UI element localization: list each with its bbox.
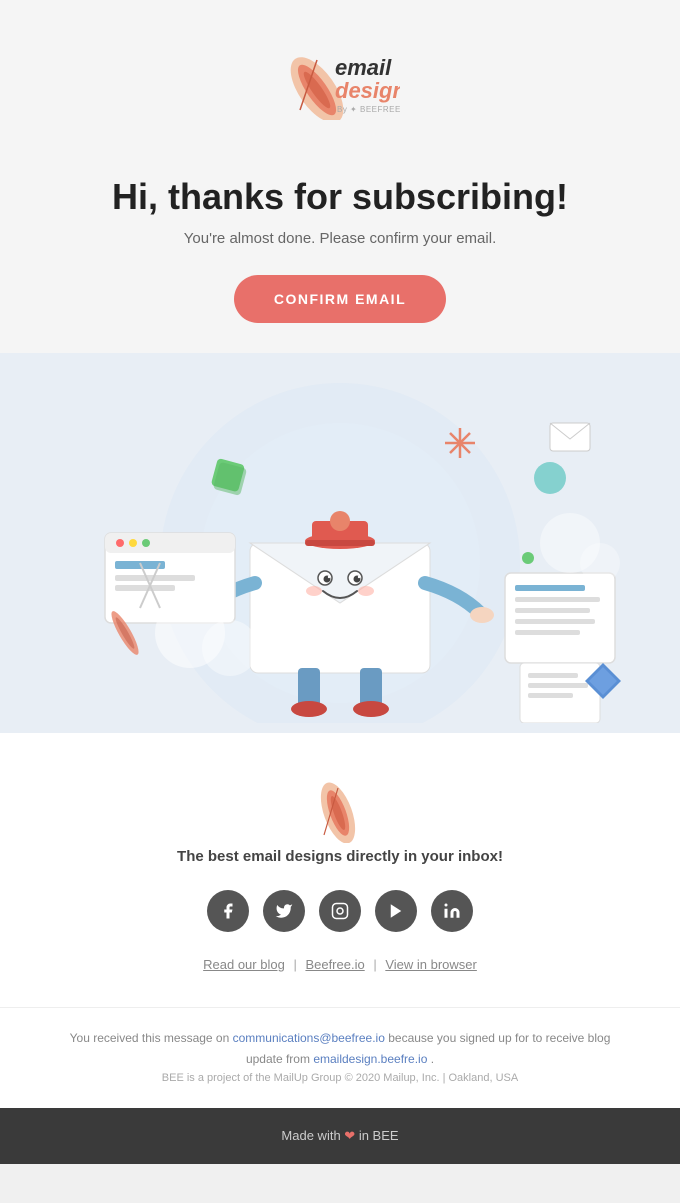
footer-tagline: The best email designs directly in your … [20,848,660,865]
svg-text:email: email [335,55,392,80]
heart-icon: ❤ [344,1128,355,1143]
youtube-icon[interactable] [375,890,417,932]
in-bee-text: in BEE [355,1128,398,1143]
separator-1: | [293,957,300,972]
email-link[interactable]: communications@beefree.io [233,1031,385,1045]
twitter-icon[interactable] [263,890,305,932]
svg-text:design: design [335,78,400,103]
hero-section: Hi, thanks for subscribing! You're almos… [0,145,680,353]
domain-link[interactable]: emaildesign.beefre.io [313,1052,427,1066]
disclaimer-section: You received this message on communicati… [0,1007,680,1107]
linkedin-icon[interactable] [431,890,473,932]
read-our-blog-link[interactable]: Read our blog [203,957,285,972]
logo-image: email design By ✦ BEEFREE.IO [280,30,400,120]
header: email design By ✦ BEEFREE.IO [0,0,680,145]
bottom-bar: Made with ❤ in BEE [0,1108,680,1164]
confirm-email-button[interactable]: CONFIRM EMAIL [234,275,446,323]
svg-text:By ✦ BEEFREE.IO: By ✦ BEEFREE.IO [337,105,400,114]
hero-illustration [40,363,640,723]
beefree-link[interactable]: Beefree.io [305,957,364,972]
footer-links-row: Read our blog | Beefree.io | View in bro… [20,957,660,972]
footer-section: The best email designs directly in your … [0,733,680,1007]
footer-logo [20,773,660,848]
made-with-text: Made with [281,1128,344,1143]
hero-title: Hi, thanks for subscribing! [60,175,620,218]
illustration-area [0,353,680,733]
separator-2: | [373,957,380,972]
instagram-icon[interactable] [319,890,361,932]
company-info: BEE is a project of the MailUp Group © 2… [60,1069,620,1088]
view-in-browser-link[interactable]: View in browser [385,957,477,972]
footer-feather-icon [310,773,370,843]
social-icons-row [20,890,660,932]
hero-subtitle: You're almost done. Please confirm your … [60,230,620,247]
facebook-icon[interactable] [207,890,249,932]
disclaimer-text: You received this message on communicati… [60,1028,620,1069]
logo: email design By ✦ BEEFREE.IO [280,30,400,125]
